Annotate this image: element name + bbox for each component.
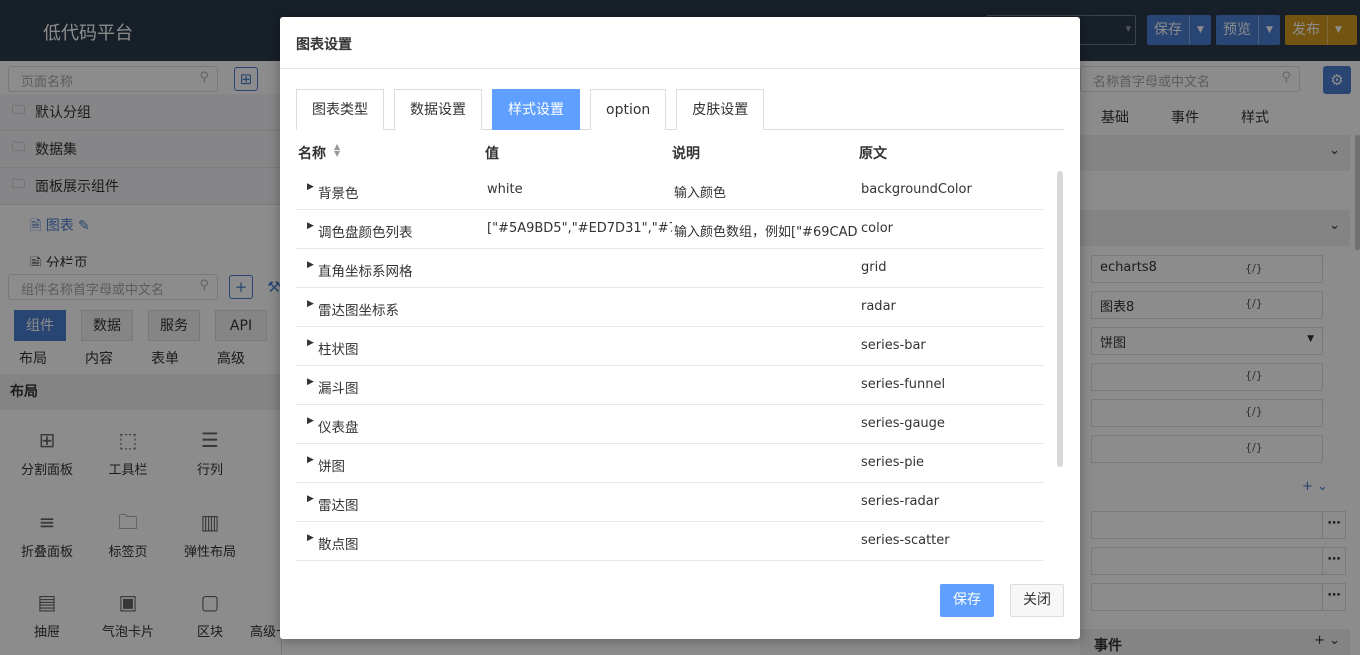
dialog-title: 图表设置 (280, 17, 1080, 69)
caret-right-icon[interactable]: ▶ (307, 494, 314, 504)
row-orig: series-gauge (861, 416, 945, 431)
row-orig: series-scatter (861, 533, 950, 548)
dialog-close-button[interactable]: 关闭 (1010, 584, 1064, 617)
row-orig: radar (861, 299, 896, 314)
row-name: 雷达图坐标系 (318, 303, 399, 319)
chart-settings-dialog: 图表设置 图表类型 数据设置 样式设置 option 皮肤设置 名称 ▲ ▼ 值 … (280, 17, 1080, 639)
caret-right-icon[interactable]: ▶ (307, 260, 314, 270)
table-row[interactable]: ▶ 雷达图 series-radar (296, 483, 1044, 522)
caret-right-icon[interactable]: ▶ (307, 182, 314, 192)
caret-right-icon[interactable]: ▶ (307, 533, 314, 543)
column-header-orig: 原文 (859, 146, 887, 162)
table-row[interactable]: ▶ 直角坐标系网格 grid (296, 249, 1044, 288)
table-scrollbar[interactable] (1057, 171, 1063, 467)
tab-data-settings[interactable]: 数据设置 (394, 89, 482, 130)
table-row[interactable]: ▶ 漏斗图 series-funnel (296, 366, 1044, 405)
row-orig: backgroundColor (861, 182, 972, 197)
dialog-save-button[interactable]: 保存 (940, 584, 994, 617)
caret-right-icon[interactable]: ▶ (307, 455, 314, 465)
row-name: 直角坐标系网格 (318, 264, 413, 280)
row-value[interactable]: white (487, 182, 672, 197)
column-header-name[interactable]: 名称 (298, 143, 326, 163)
caret-right-icon[interactable]: ▶ (307, 416, 314, 426)
row-name: 散点图 (318, 537, 359, 553)
table-row[interactable]: ▶ 调色盘颜色列表 ["#5A9BD5","#ED7D31","#70A输入颜色数组… (296, 210, 1044, 249)
column-header-value: 值 (485, 146, 499, 162)
row-name: 背景色 (318, 186, 359, 202)
tab-option[interactable]: option (590, 89, 667, 130)
row-name: 仪表盘 (318, 420, 359, 436)
caret-right-icon[interactable]: ▶ (307, 338, 314, 348)
row-desc: 输入颜色 (674, 186, 727, 201)
table-row[interactable]: ▶ 饼图 series-pie (296, 444, 1044, 483)
caret-right-icon[interactable]: ▶ (307, 299, 314, 309)
sort-icon[interactable]: ▲ ▼ (334, 143, 340, 158)
row-name: 调色盘颜色列表 (318, 225, 413, 241)
row-orig: grid (861, 260, 887, 275)
tab-chart-type[interactable]: 图表类型 (296, 89, 384, 130)
row-orig: color (861, 221, 894, 236)
row-value[interactable]: ["#5A9BD5","#ED7D31","#70A (487, 221, 672, 236)
row-orig: series-radar (861, 494, 940, 509)
column-header-desc: 说明 (672, 146, 700, 162)
row-orig: series-funnel (861, 377, 946, 392)
caret-right-icon[interactable]: ▶ (307, 221, 314, 231)
table-header: 名称 ▲ ▼ 值 说明 原文 (298, 143, 1058, 167)
table-row[interactable]: ▶ 背景色 white 输入颜色 backgroundColor (296, 171, 1044, 210)
row-orig: series-pie (861, 455, 925, 470)
row-desc: 输入颜色数组，例如["#69CAD (674, 225, 857, 240)
table-row[interactable]: ▶ 柱状图 series-bar (296, 327, 1044, 366)
row-name: 漏斗图 (318, 381, 359, 397)
tab-skin-settings[interactable]: 皮肤设置 (676, 89, 765, 130)
row-orig: series-bar (861, 338, 926, 353)
caret-right-icon[interactable]: ▶ (307, 377, 314, 387)
row-name: 饼图 (318, 459, 345, 475)
row-name: 柱状图 (318, 342, 359, 358)
style-table: ▶ 背景色 white 输入颜色 backgroundColor ▶ 调色盘颜色列表 ["#5… (296, 171, 1046, 563)
table-row[interactable]: ▶ 散点图 series-scatter (296, 522, 1044, 561)
dialog-tabs: 图表类型 数据设置 样式设置 option 皮肤设置 (296, 89, 1064, 130)
tab-style-settings[interactable]: 样式设置 (492, 89, 580, 130)
table-row[interactable]: ▶ 仪表盘 series-gauge (296, 405, 1044, 444)
row-name: 雷达图 (318, 498, 359, 514)
table-row[interactable]: ▶ 雷达图坐标系 radar (296, 288, 1044, 327)
